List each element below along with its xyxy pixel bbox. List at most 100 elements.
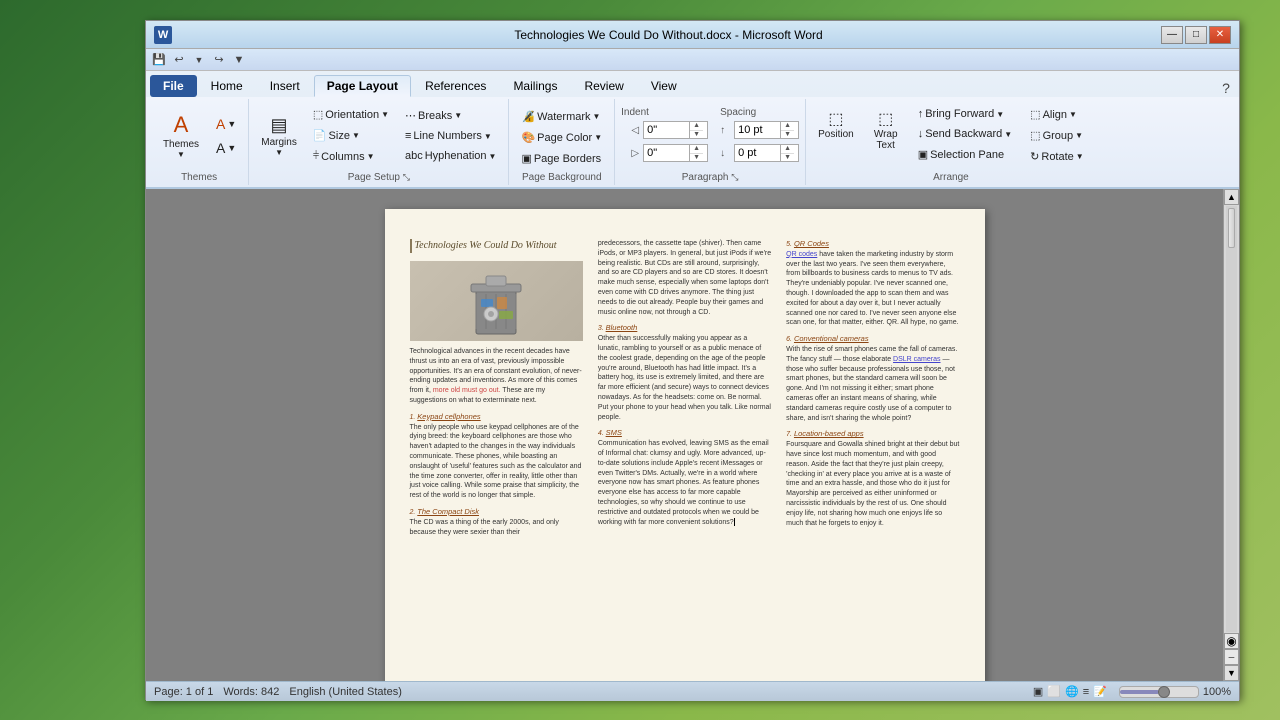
zoom-slider[interactable] (1119, 686, 1199, 698)
position-button[interactable]: ⬚ Position (812, 105, 860, 144)
themes-group-label: Themes (181, 170, 217, 183)
spacing-after-input[interactable] (735, 145, 780, 161)
tab-mailings[interactable]: Mailings (500, 75, 570, 97)
spacing-before-up[interactable]: ▲ (781, 122, 794, 131)
page-borders-button[interactable]: ▣ Page Borders (515, 149, 608, 168)
scroll-up-button[interactable]: ▲ (1224, 189, 1239, 205)
bring-forward-button[interactable]: ↑ Bring Forward ▼ (912, 105, 1018, 123)
indent-left-spinbox[interactable]: ▲ ▼ (643, 121, 708, 139)
arrange-group-label: Arrange (933, 170, 969, 183)
word-count: Words: 842 (223, 686, 279, 698)
paragraph-group: Indent ◁ ▲ ▼ ▷ (615, 99, 806, 185)
breaks-button[interactable]: ⋯ Breaks ▼ (399, 106, 502, 125)
tab-file[interactable]: File (150, 75, 197, 97)
align-button[interactable]: ⬚ Align ▼ (1024, 105, 1090, 124)
zoom-thumb[interactable] (1158, 686, 1170, 698)
intro-text: Technological advances in the recent dec… (410, 347, 583, 406)
group-button[interactable]: ⬚ Group ▼ (1024, 126, 1090, 145)
customize-icon[interactable]: ▼ (230, 51, 248, 69)
status-bar: Page: 1 of 1 Words: 842 English (United … (146, 681, 1239, 701)
section7-title: 7. Location-based apps (786, 429, 959, 440)
scroll-track[interactable] (1226, 206, 1237, 632)
theme-colors-button[interactable]: A ▼ (210, 113, 242, 135)
print-layout-view[interactable]: ▣ (1033, 685, 1043, 698)
page-setup-items: ▤ Margins ▼ ⬚ Orientation ▼ 📄 Size (255, 101, 502, 170)
section4-content: Communication has evolved, leaving SMS a… (598, 439, 771, 527)
indent-left-down[interactable]: ▼ (690, 131, 703, 139)
tab-page-layout[interactable]: Page Layout (314, 75, 411, 97)
indent-left-input[interactable] (644, 122, 689, 138)
page-info: Page: 1 of 1 (154, 686, 213, 698)
middle-column: predecessors, the cassette tape (shiver)… (598, 239, 771, 681)
left-column: Technologies We Could Do Without (410, 239, 583, 681)
indent-right-spinbox[interactable]: ▲ ▼ (643, 144, 708, 162)
indent-right-down[interactable]: ▼ (690, 154, 703, 162)
selection-pane-button[interactable]: ▣ Selection Pane (912, 145, 1018, 164)
window-controls: — □ ✕ (1161, 26, 1231, 44)
vertical-scrollbar[interactable]: ▲ ◉ ─ ▼ (1223, 189, 1239, 681)
tab-home[interactable]: Home (198, 75, 256, 97)
undo-arrow-icon[interactable]: ▼ (190, 51, 208, 69)
spacing-before-input[interactable] (735, 122, 780, 138)
save-icon[interactable]: 💾 (150, 51, 168, 69)
spacing-after-down[interactable]: ▼ (781, 154, 794, 162)
scroll-thumb[interactable] (1228, 208, 1235, 248)
indent-left-up[interactable]: ▲ (690, 122, 703, 131)
outline-view[interactable]: ≡ (1083, 686, 1089, 698)
orientation-button[interactable]: ⬚ Orientation ▼ (307, 105, 395, 124)
section5-title: 3. Bluetooth (598, 323, 771, 334)
tab-insert[interactable]: Insert (257, 75, 313, 97)
spacing-after-arrows: ▲ ▼ (780, 145, 794, 161)
document-page: Technologies We Could Do Without (385, 209, 985, 681)
section4-title: 4. SMS (598, 428, 771, 439)
page-background-group: 🔏 Watermark ▼ 🎨 Page Color ▼ ▣ Page Bord… (509, 99, 615, 185)
indent-right-up[interactable]: ▲ (690, 145, 703, 154)
wrap-text-button[interactable]: ⬚ Wrap Text (866, 105, 906, 155)
scroll-right-indicator[interactable]: ◉ (1224, 633, 1239, 649)
send-backward-button[interactable]: ↓ Send Backward ▼ (912, 125, 1018, 143)
line-numbers-button[interactable]: ≡ Line Numbers ▼ (399, 127, 502, 145)
paragraph-expand-icon[interactable]: ⤡ (731, 172, 738, 182)
tab-review[interactable]: Review (571, 75, 636, 97)
tab-view[interactable]: View (638, 75, 690, 97)
margins-button[interactable]: ▤ Margins ▼ (255, 111, 303, 161)
trash-image (410, 261, 583, 341)
section6-content: With the rise of smart phones came the f… (786, 345, 959, 423)
page-background-group-label: Page Background (522, 170, 602, 183)
undo-icon[interactable]: ↩ (170, 51, 188, 69)
rotate-button[interactable]: ↻ Rotate ▼ (1024, 147, 1090, 166)
spacing-after-spinbox[interactable]: ▲ ▼ (734, 144, 799, 162)
columns-button[interactable]: ⫩ Columns ▼ (307, 147, 395, 166)
size-button[interactable]: 📄 Size ▼ (307, 126, 395, 145)
page-container[interactable]: Technologies We Could Do Without (146, 189, 1223, 681)
spacing-after-icon: ↓ (720, 148, 730, 159)
word-logo: W (154, 26, 172, 44)
tab-references[interactable]: References (412, 75, 499, 97)
draft-view[interactable]: 📝 (1093, 685, 1107, 698)
minimize-button[interactable]: — (1161, 26, 1183, 44)
page-color-button[interactable]: 🎨 Page Color ▼ (515, 128, 608, 147)
scroll-split-up[interactable]: ─ (1224, 649, 1239, 665)
arrange-group: ⬚ Position ⬚ Wrap Text ↑ Bring Forward ▼ (806, 99, 1096, 185)
full-screen-view[interactable]: ⬜ (1047, 685, 1061, 698)
paragraph-items: Indent ◁ ▲ ▼ ▷ (621, 101, 799, 170)
hyphenation-button[interactable]: abc Hyphenation ▼ (399, 147, 502, 165)
help-icon[interactable]: ? (1217, 79, 1235, 97)
spacing-before-down[interactable]: ▼ (781, 131, 794, 139)
spacing-before-spinbox[interactable]: ▲ ▼ (734, 121, 799, 139)
window-title: Technologies We Could Do Without.docx - … (176, 28, 1161, 42)
watermark-button[interactable]: 🔏 Watermark ▼ (515, 107, 608, 126)
scroll-down-button[interactable]: ▼ (1224, 665, 1239, 681)
indent-left-arrows: ▲ ▼ (689, 122, 703, 138)
view-controls: ▣ ⬜ 🌐 ≡ 📝 100% (1033, 685, 1231, 698)
close-button[interactable]: ✕ (1209, 26, 1231, 44)
themes-button[interactable]: A Themes ▼ (156, 108, 206, 163)
spacing-after-up[interactable]: ▲ (781, 145, 794, 154)
theme-fonts-button[interactable]: A ▼ (210, 137, 242, 159)
indent-right-input[interactable] (644, 145, 689, 161)
redo-icon[interactable]: ↪ (210, 51, 228, 69)
indent-column: Indent ◁ ▲ ▼ ▷ (621, 107, 708, 162)
spacing-column: Spacing ↑ ▲ ▼ ↓ (720, 107, 799, 162)
web-view[interactable]: 🌐 (1065, 685, 1079, 698)
maximize-button[interactable]: □ (1185, 26, 1207, 44)
